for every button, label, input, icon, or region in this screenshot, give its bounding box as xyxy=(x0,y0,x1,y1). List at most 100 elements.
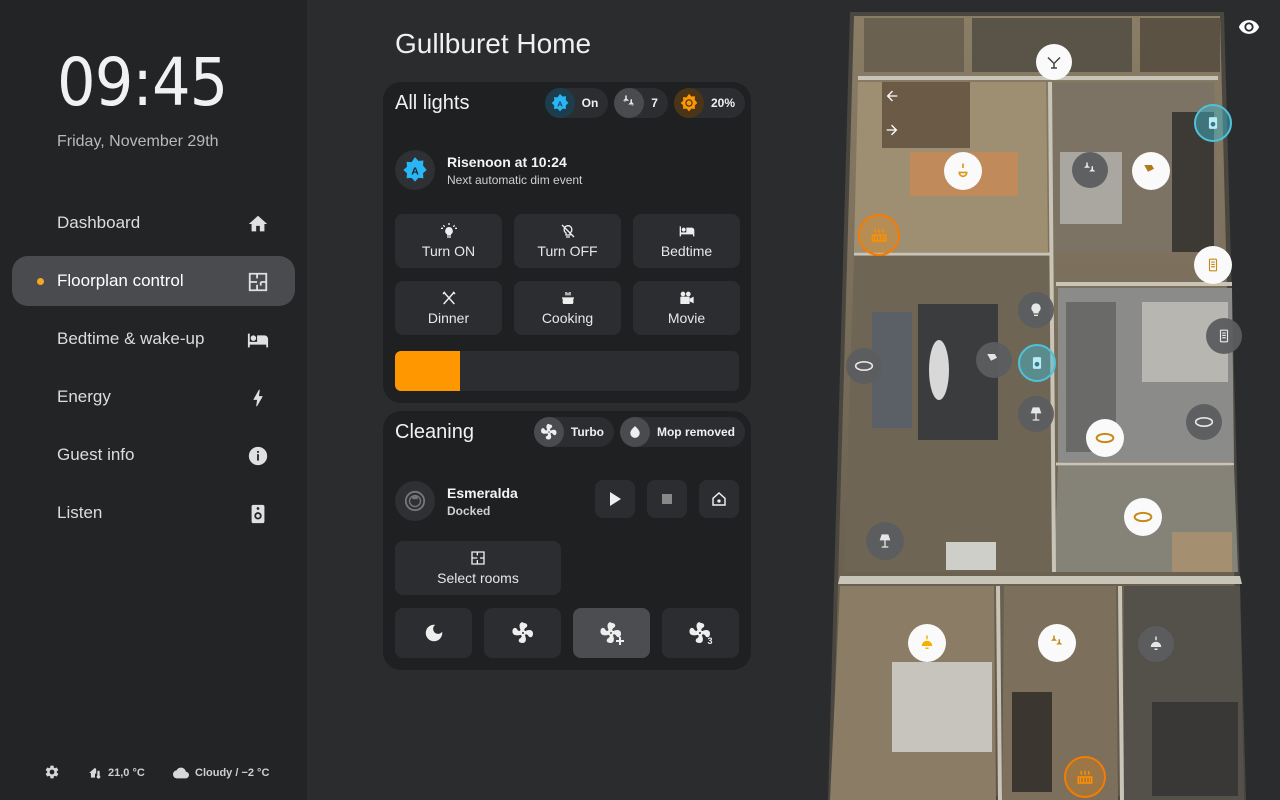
wall-lamp-icon[interactable] xyxy=(1036,44,1072,80)
moon-icon xyxy=(425,624,442,642)
indoor-temperature-value: 21,0 °C xyxy=(108,767,145,779)
fan-plus-icon xyxy=(599,622,624,645)
lightning-icon xyxy=(253,389,263,407)
sidebar-item-label: Floorplan control xyxy=(57,271,184,290)
lights-on-count: 7 xyxy=(651,96,658,110)
fan-mode-standard-button[interactable] xyxy=(484,608,561,658)
turn-on-button[interactable]: Turn ON xyxy=(395,214,502,268)
turn-off-button[interactable]: Turn OFF xyxy=(514,214,621,268)
sidebar-item-label: Guest info xyxy=(57,445,135,464)
fan-mode-turbo-button[interactable] xyxy=(573,608,650,658)
sidebar-item-energy[interactable]: Energy xyxy=(12,372,295,422)
cleaning-card-title: Cleaning xyxy=(395,421,474,443)
pot-icon xyxy=(561,292,574,304)
arrow-left-icon[interactable] xyxy=(878,82,906,110)
sidebar-item-bedtime[interactable]: Bedtime & wake-up xyxy=(12,314,295,364)
cloud-icon xyxy=(173,767,189,779)
floorplan-icon xyxy=(471,551,485,565)
fan-mode-max-button[interactable]: 3 xyxy=(662,608,739,658)
cutlery-icon xyxy=(441,291,456,305)
dim-event-subtitle: Next automatic dim event xyxy=(447,172,583,187)
floor-lamp-icon[interactable] xyxy=(866,522,904,560)
blinds-icon[interactable] xyxy=(1206,318,1242,354)
ceiling-lamp-icon[interactable] xyxy=(1138,626,1174,662)
pendant-lamp-icon[interactable] xyxy=(944,152,982,190)
ceiling-light-icon[interactable] xyxy=(1124,498,1162,536)
floorplan-icon xyxy=(248,272,268,292)
next-dim-event: A Risenoon at 10:24 Next automatic dim e… xyxy=(395,150,582,190)
radiator-icon[interactable] xyxy=(1064,756,1106,798)
ceiling-lights-icon xyxy=(614,88,645,118)
dinner-button[interactable]: Dinner xyxy=(395,281,502,335)
mop-status-chip[interactable]: Mop removed xyxy=(619,417,745,447)
stop-icon xyxy=(662,494,672,504)
robot-vacuum-icon xyxy=(395,481,435,521)
lights-on-count-chip[interactable]: 7 xyxy=(614,88,668,118)
cooking-button[interactable]: Cooking xyxy=(514,281,621,335)
floorplan-map[interactable] xyxy=(822,12,1258,800)
auto-brightness-chip[interactable]: A On xyxy=(544,88,609,118)
arrow-right-icon[interactable] xyxy=(878,116,906,144)
cleaning-chips: Turbo Mop removed xyxy=(533,417,745,447)
turn-on-label: Turn ON xyxy=(421,243,476,259)
fan-icon xyxy=(533,417,564,447)
return-to-dock-button[interactable] xyxy=(699,480,739,518)
indoor-temperature: 21,0 °C xyxy=(88,766,145,780)
bedtime-label: Bedtime xyxy=(660,243,713,259)
ceiling-lights-icon[interactable] xyxy=(1038,624,1076,662)
brightness-slider-fill xyxy=(395,351,461,391)
stop-button[interactable] xyxy=(647,480,687,518)
sidebar-nav: Dashboard Floorplan control Bedtime & wa… xyxy=(12,198,295,546)
lightbulb-icon[interactable] xyxy=(1018,292,1054,328)
fan-speed-chip[interactable]: Turbo xyxy=(533,417,614,447)
date: Friday, November 29th xyxy=(57,133,219,150)
radiator-icon[interactable] xyxy=(858,214,900,256)
gear-icon[interactable] xyxy=(44,764,60,780)
lightbulb-off-icon xyxy=(561,224,574,238)
sidebar-item-label: Bedtime & wake-up xyxy=(57,329,205,348)
brightness-slider[interactable] xyxy=(395,351,739,391)
bed-icon xyxy=(679,226,694,237)
sidebar-item-guest-info[interactable]: Guest info xyxy=(12,430,295,480)
select-rooms-button[interactable]: Select rooms xyxy=(395,541,561,595)
speaker-icon xyxy=(251,504,265,524)
ceiling-lights-icon[interactable] xyxy=(1072,152,1108,188)
svg-text:A: A xyxy=(557,99,563,108)
floor-lamp-icon[interactable] xyxy=(1018,396,1054,432)
spotlight-icon[interactable] xyxy=(1132,152,1170,190)
bedtime-button[interactable]: Bedtime xyxy=(633,214,740,268)
auto-brightness-icon: A xyxy=(544,88,575,118)
fan-mode-quiet-button[interactable] xyxy=(395,608,472,658)
fan-max-icon: 3 xyxy=(688,622,712,645)
home-dock-icon xyxy=(712,492,726,506)
mop-status-label: Mop removed xyxy=(656,425,735,439)
blinds-icon[interactable] xyxy=(1194,246,1232,284)
lightbulb-on-icon xyxy=(440,223,457,238)
dim-event-title: Risenoon at 10:24 xyxy=(447,153,567,170)
brightness-chip[interactable]: 20% xyxy=(673,88,745,118)
lights-card: All lights A On 7 20% A Risenoon at 10:2… xyxy=(383,82,751,403)
ceiling-lamp-icon[interactable] xyxy=(908,624,946,662)
play-icon xyxy=(610,492,621,506)
active-indicator xyxy=(37,278,44,285)
dinner-label: Dinner xyxy=(427,310,470,326)
ceiling-light-icon[interactable] xyxy=(846,348,882,384)
fan-icon xyxy=(511,622,533,643)
speaker-icon[interactable] xyxy=(1018,344,1056,382)
sidebar-item-listen[interactable]: Listen xyxy=(12,488,295,538)
sidebar-item-dashboard[interactable]: Dashboard xyxy=(12,198,295,248)
ceiling-light-icon[interactable] xyxy=(1186,404,1222,440)
start-button[interactable] xyxy=(595,480,635,518)
speaker-icon[interactable] xyxy=(1194,104,1232,142)
spotlight-icon[interactable] xyxy=(976,342,1012,378)
bed-icon xyxy=(247,333,269,348)
fan-speed-label: Turbo xyxy=(570,425,604,439)
home-icon xyxy=(248,215,268,232)
movie-button[interactable]: Movie xyxy=(633,281,740,335)
weather-value: Cloudy / −2 °C xyxy=(195,767,270,779)
info-icon xyxy=(248,446,268,466)
ceiling-light-icon[interactable] xyxy=(1086,419,1124,457)
home-thermometer-icon xyxy=(89,767,101,779)
eye-icon[interactable] xyxy=(1236,16,1262,38)
sidebar-item-floorplan[interactable]: Floorplan control xyxy=(12,256,295,306)
